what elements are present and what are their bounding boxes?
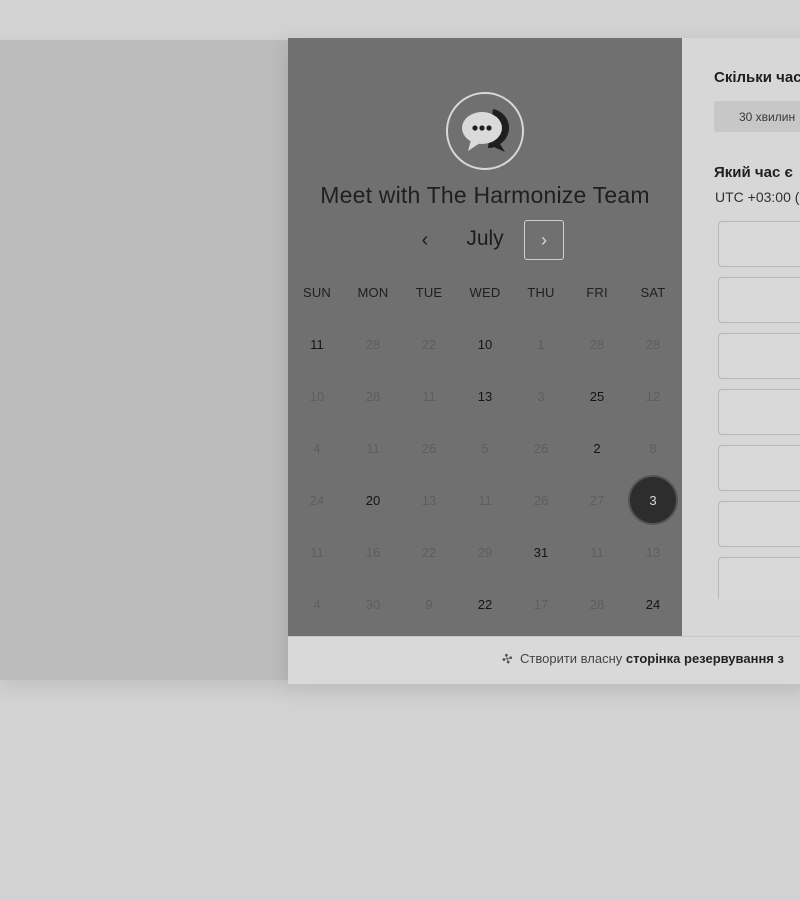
calendar-day[interactable]: 28 (349, 372, 397, 420)
weekday-sun: SUN (302, 285, 332, 300)
calendar-day[interactable]: 12 (629, 372, 677, 420)
available-time-heading: Який час є (714, 164, 793, 181)
weekday-fri: FRI (586, 285, 608, 300)
booking-card: Meet with The Harmonize Team ‹ July › SU… (288, 38, 800, 684)
time-slots-list (718, 221, 800, 599)
previous-month-button[interactable]: ‹ (415, 220, 435, 260)
footer-prefix: Створити власну (520, 651, 623, 666)
time-selection-panel: Скільки час 30 хвилин Який час є UTC +03… (682, 38, 800, 636)
calendar-day[interactable]: 11 (293, 320, 341, 368)
calendar-day[interactable]: 16 (349, 528, 397, 576)
weekday-wed: WED (469, 285, 501, 300)
calendar-day[interactable]: 26 (517, 476, 565, 524)
calendar-day[interactable]: 13 (461, 372, 509, 420)
time-slot-button[interactable] (718, 557, 800, 599)
calendar-day[interactable]: 11 (461, 476, 509, 524)
time-slot-button[interactable] (718, 445, 800, 491)
calendar-day[interactable]: 17 (517, 580, 565, 628)
booking-page: Meet with The Harmonize Team ‹ July › SU… (0, 0, 800, 900)
time-slot-button[interactable] (718, 277, 800, 323)
time-slot-button[interactable] (718, 389, 800, 435)
calendar-day[interactable]: 28 (629, 320, 677, 368)
calendar-day[interactable]: 26 (517, 424, 565, 472)
background-panel (0, 40, 290, 680)
month-navigation: ‹ July › (288, 220, 682, 260)
calendar-day[interactable]: 30 (349, 580, 397, 628)
calendar-day[interactable]: 11 (573, 528, 621, 576)
calendar-day[interactable]: 2 (573, 424, 621, 472)
time-slot-button[interactable] (718, 501, 800, 547)
calendar-day[interactable]: 10 (293, 372, 341, 420)
weekday-tue: TUE (415, 285, 443, 300)
duration-option-button[interactable]: 30 хвилин (714, 101, 800, 132)
calendar-day[interactable]: 27 (573, 476, 621, 524)
time-slot-button[interactable] (718, 221, 800, 267)
weekday-thu: THU (527, 285, 555, 300)
timezone-selector[interactable]: UTC +03:00 ( (715, 189, 799, 205)
calendar-day[interactable]: 22 (405, 320, 453, 368)
time-slot-button[interactable] (718, 333, 800, 379)
next-month-button[interactable]: › (524, 220, 564, 260)
calendar-day[interactable]: 25 (573, 372, 621, 420)
calendar-days-grid: 11 28 22 10 1 28 28 10 28 11 13 3 25 12 4 11 26 5 26 2 8 24 20… (288, 320, 682, 620)
calendar-day[interactable]: 31 (517, 528, 565, 576)
month-label: July (466, 227, 504, 250)
calendar-day[interactable]: 9 (405, 580, 453, 628)
footer-bold-text: сторінка резервування з (625, 651, 784, 666)
calendar-day[interactable]: 20 (349, 476, 397, 524)
calendar-day[interactable]: 11 (405, 372, 453, 420)
calendar-day[interactable]: 24 (293, 476, 341, 524)
calendar-day[interactable]: 10 (461, 320, 509, 368)
calendar-panel: Meet with The Harmonize Team ‹ July › SU… (288, 38, 682, 636)
selected-calendar-day[interactable]: 3 (628, 475, 678, 525)
calendar-day[interactable]: 28 (349, 320, 397, 368)
calendar-day[interactable]: 8 (629, 424, 677, 472)
calendar-day[interactable]: 28 (573, 580, 621, 628)
weekday-sat: SAT (640, 285, 666, 300)
calendar-day[interactable]: 24 (629, 580, 677, 628)
calendar-day[interactable]: 22 (405, 528, 453, 576)
calendar-day[interactable]: 13 (405, 476, 453, 524)
calendar-day[interactable]: 1 (517, 320, 565, 368)
calendar-day[interactable]: 26 (405, 424, 453, 472)
footer-bar: ✣ Створити власну сторінка резервування з (288, 636, 800, 684)
footer-link[interactable]: ✣ Створити власну сторінка резервування з (500, 650, 784, 668)
calendar-day[interactable]: 29 (461, 528, 509, 576)
calendar-day[interactable]: 5 (461, 424, 509, 472)
meeting-title: Meet with The Harmonize Team (320, 182, 650, 208)
calendar-day[interactable]: 4 (293, 580, 341, 628)
calendar-day[interactable]: 4 (293, 424, 341, 472)
weekday-header: SUN MON TUE WED THU FRI SAT (288, 285, 682, 305)
hubspot-sprocket-icon: ✣ (500, 650, 515, 668)
calendar-day[interactable]: 11 (293, 528, 341, 576)
calendar-day[interactable]: 28 (573, 320, 621, 368)
duration-heading: Скільки час (714, 69, 800, 86)
calendar-day[interactable]: 3 (517, 372, 565, 420)
calendar-day[interactable]: 11 (349, 424, 397, 472)
calendar-day[interactable]: 13 (629, 528, 677, 576)
weekday-mon: MON (357, 285, 389, 300)
chat-bubble-icon (446, 92, 524, 170)
calendar-day[interactable]: 22 (461, 580, 509, 628)
